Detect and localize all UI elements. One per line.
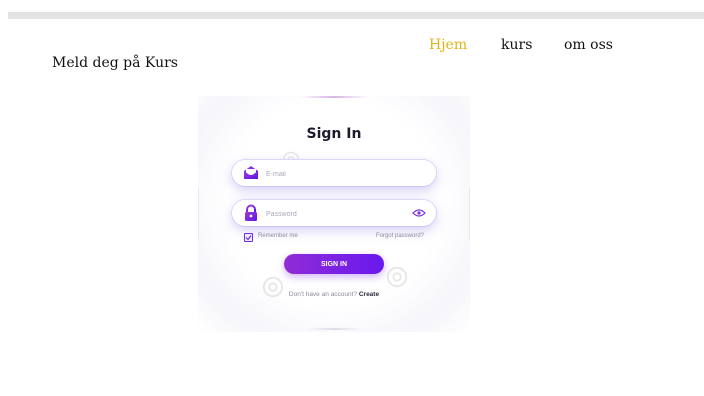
signin-image: Sign In Remember me Forgot password? SIG… xyxy=(198,96,470,332)
main-nav: Hjem kurs om oss xyxy=(0,37,704,57)
nav-link-om-oss[interactable]: om oss xyxy=(564,37,613,53)
card-edge xyxy=(198,188,199,240)
nav-link-kurs[interactable]: kurs xyxy=(501,37,532,53)
checkbox-check-icon xyxy=(245,235,252,241)
nav-link-hjem[interactable]: Hjem xyxy=(429,37,467,53)
card-edge xyxy=(306,328,362,330)
create-account-link[interactable]: Create xyxy=(359,291,379,298)
top-bar xyxy=(8,12,704,19)
eye-icon[interactable] xyxy=(412,208,426,218)
signin-title: Sign In xyxy=(306,126,362,142)
password-input[interactable] xyxy=(264,205,408,223)
watermark-icon xyxy=(386,266,408,288)
email-input[interactable] xyxy=(264,165,408,183)
lock-icon xyxy=(245,204,257,221)
envelope-icon xyxy=(244,166,258,179)
remember-label: Remember me xyxy=(258,233,298,239)
email-field[interactable] xyxy=(232,160,436,186)
password-field[interactable] xyxy=(232,200,436,226)
forgot-password-link[interactable]: Forgot password? xyxy=(376,233,424,239)
remember-checkbox[interactable] xyxy=(244,233,253,242)
account-prompt-text: Don't have an account? xyxy=(288,291,358,298)
create-account-prompt: Don't have an account? Create xyxy=(198,291,470,298)
site-brand: Meld deg på Kurs xyxy=(52,55,178,71)
sign-in-button[interactable]: SIGN IN xyxy=(284,254,384,274)
card-edge xyxy=(469,188,470,240)
card-edge xyxy=(300,96,368,98)
